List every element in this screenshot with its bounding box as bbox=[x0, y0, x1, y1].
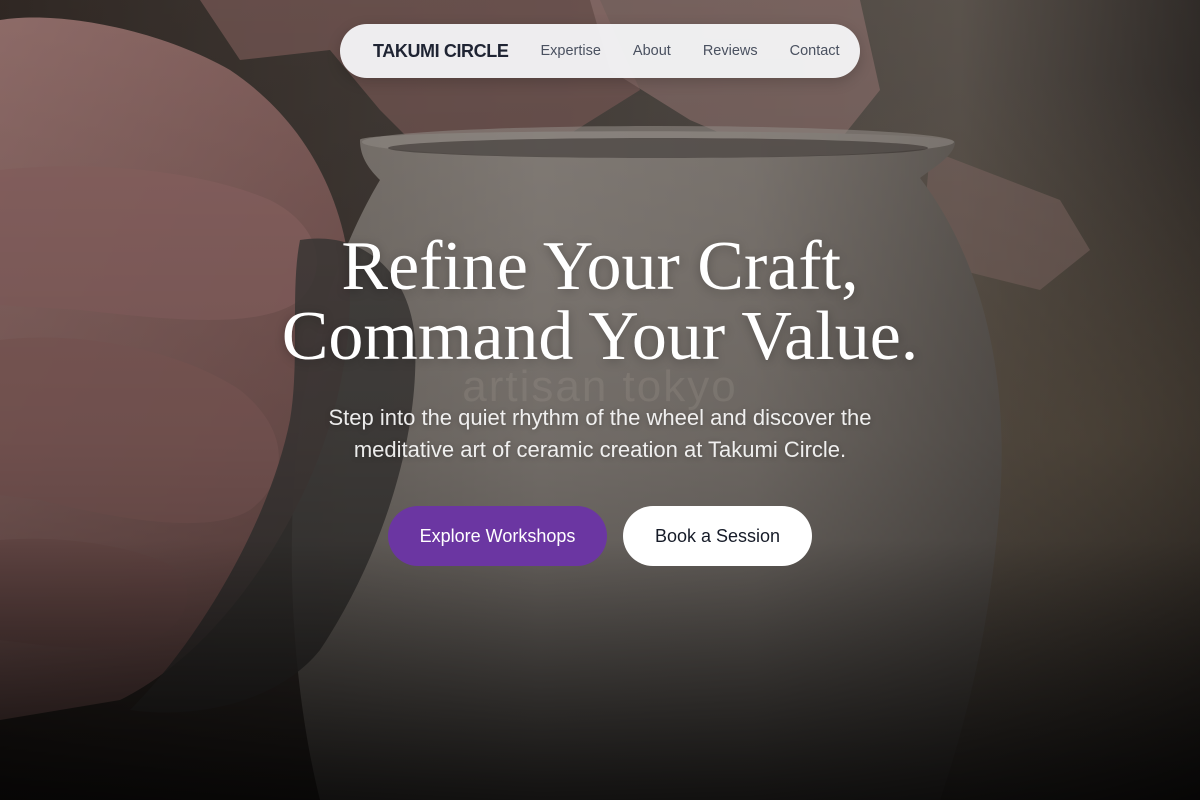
headline-line-2: Command Your Value. bbox=[281, 298, 919, 375]
nav-link-about[interactable]: About bbox=[633, 43, 671, 59]
book-session-button[interactable]: Book a Session bbox=[623, 506, 812, 566]
brand-logo[interactable]: TAKUMI CIRCLE bbox=[373, 41, 509, 62]
hero-section: TAKUMI CIRCLE Expertise About Reviews Co… bbox=[0, 0, 1200, 800]
top-navigation: TAKUMI CIRCLE Expertise About Reviews Co… bbox=[340, 24, 860, 78]
headline-line-1: Refine Your Craft, bbox=[341, 228, 859, 305]
nav-link-reviews[interactable]: Reviews bbox=[703, 43, 758, 59]
cta-button-group: Explore Workshops Book a Session bbox=[388, 506, 812, 566]
hero-headline: Refine Your Craft, Command Your Value. bbox=[0, 232, 1200, 372]
nav-link-expertise[interactable]: Expertise bbox=[540, 43, 600, 59]
hero-subtitle: Step into the quiet rhythm of the wheel … bbox=[328, 405, 872, 462]
explore-workshops-button[interactable]: Explore Workshops bbox=[388, 506, 607, 566]
nav-link-contact[interactable]: Contact bbox=[790, 43, 840, 59]
